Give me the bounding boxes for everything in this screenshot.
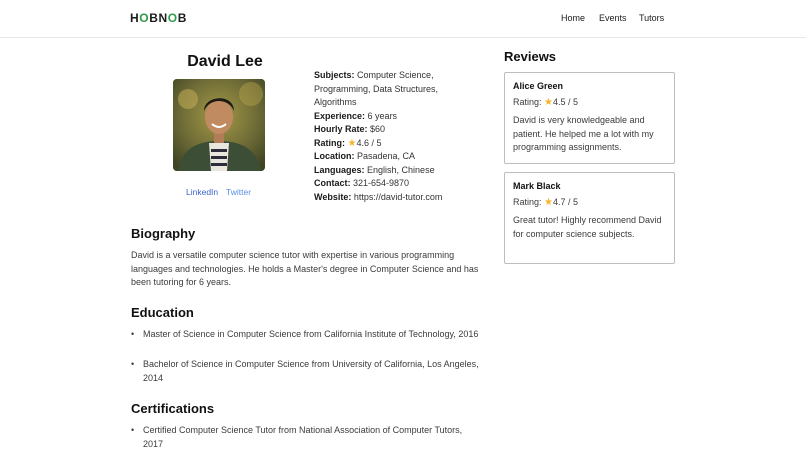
languages-row: Languages: English, Chinese [314,164,435,175]
review-text: David is very knowledgeable and patient.… [513,115,654,152]
review-rating: Rating: ★4.5 / 5 [513,97,579,108]
education-item: Master of Science in Computer Science fr… [131,328,481,342]
certifications-heading: Certifications [131,401,215,416]
nav-home-link[interactable]: Home [561,13,585,23]
education-item: Bachelor of Science in Computer Science … [131,358,481,385]
education-heading: Education [131,305,194,320]
star-icon: ★ [544,97,554,108]
experience-row: Experience: 6 years [314,110,398,121]
rating-row: Rating: ★4.6 / 5 [314,137,382,149]
review-card: Mark Black Rating: ★4.7 / 5 Great tutor!… [504,172,675,264]
review-card: Alice Green Rating: ★4.5 / 5 David is ve… [504,72,675,164]
reviews-heading: Reviews [504,49,557,64]
website-row: Website: https://david-tutor.com [314,191,443,202]
review-rating: Rating: ★4.7 / 5 [513,197,579,208]
certification-item: Certified Computer Science Tutor from Na… [131,424,481,451]
tutor-name: David Lee [187,53,263,70]
tutor-photo [173,79,265,171]
location-row: Location: Pasadena, CA [314,151,416,161]
contact-row: Contact: 321-654-9870 [314,178,410,188]
biography-heading: Biography [131,226,196,241]
nav-tutors-link[interactable]: Tutors [639,13,664,23]
linkedin-link[interactable]: LinkedIn [186,187,218,197]
hourly-rate-row: Hourly Rate: $60 [314,124,386,134]
biography-text: David is a versatile computer science tu… [131,250,479,287]
top-nav-bar: HOBNOB Home Events Tutors [0,0,806,38]
site-logo[interactable]: HOBNOB [130,11,187,25]
star-icon: ★ [544,197,554,208]
reviewer-name: Mark Black [513,181,561,191]
reviewer-name: Alice Green [513,81,564,91]
twitter-link[interactable]: Twitter [226,187,251,197]
tutor-portrait-image [173,79,265,171]
tutor-details: Subjects: Computer Science, Programming,… [314,69,474,204]
subjects-row: Subjects: Computer Science, Programming,… [314,70,439,107]
nav-events-link[interactable]: Events [599,13,627,23]
website-link[interactable]: https://david-tutor.com [354,192,443,202]
review-text: Great tutor! Highly recommend David for … [513,215,662,239]
